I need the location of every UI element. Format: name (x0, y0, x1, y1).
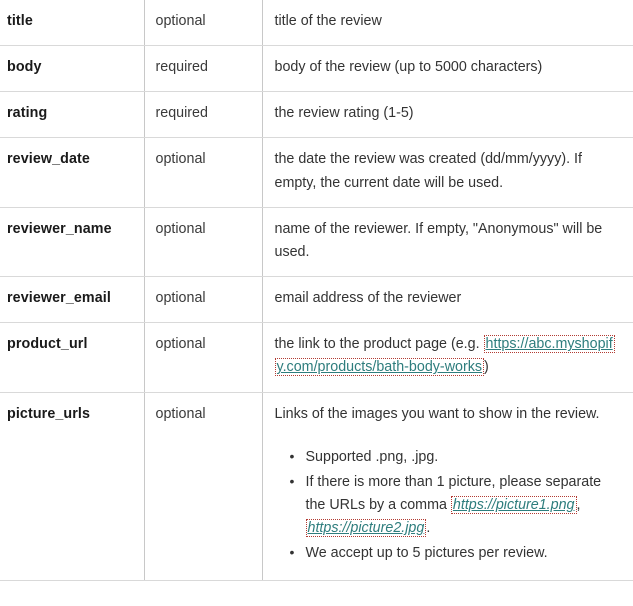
annotation-box-picture2: https://picture2.jpg (305, 519, 427, 538)
description-text: the link to the product page (e.g. https… (274, 333, 620, 379)
bullet-text-after: . (426, 520, 431, 537)
description-prefix: the link to the product page (e.g. (274, 336, 484, 353)
table-row: product_url optional the link to the pro… (0, 322, 633, 393)
link-separator: , (576, 497, 581, 514)
bullet-text: Supported .png, .jpg. (305, 448, 439, 465)
description-intro: Links of the images you want to show in … (274, 405, 600, 422)
description-text: name of the reviewer. If empty, "Anonymo… (274, 220, 603, 260)
parameter-requirement: optional (144, 0, 263, 47)
description-text: title of the review (274, 13, 382, 29)
parameter-requirement: optional (144, 276, 263, 324)
picture2-url-link[interactable]: https://picture2.jpg (308, 520, 425, 536)
bullet-text: We accept up to 5 pictures per review. (305, 545, 548, 562)
parameter-description: body of the review (up to 5000 character… (262, 45, 633, 93)
parameter-name: picture_urls (0, 391, 145, 581)
table-row: picture_urls optional Links of the image… (0, 391, 633, 581)
table-row: title optional title of the review (0, 0, 633, 47)
parameter-description: the review rating (1-5) (262, 91, 633, 139)
parameter-name: review_date (0, 137, 145, 208)
description-bullet-list: Supported .png, .jpg. If there is more t… (275, 445, 620, 566)
parameter-name: title (0, 0, 145, 47)
description-text: body of the review (up to 5000 character… (274, 59, 543, 76)
parameter-requirement: required (144, 91, 263, 139)
parameter-requirement: optional (144, 206, 263, 278)
parameter-description: title of the review (262, 0, 633, 47)
list-item: If there is more than 1 picture, please … (290, 470, 620, 540)
parameter-name: reviewer_email (0, 276, 145, 324)
description-text: the date the review was created (dd/mm/y… (274, 151, 583, 191)
table-row: reviewer_name optional name of the revie… (0, 206, 633, 278)
parameter-name: reviewer_name (0, 206, 145, 278)
list-item: We accept up to 5 pictures per review. (290, 541, 620, 565)
parameter-requirement: optional (144, 391, 263, 581)
table-row: reviewer_email optional email address of… (0, 276, 633, 324)
table-row: body required body of the review (up to … (0, 45, 633, 93)
description-text: the review rating (1-5) (274, 105, 414, 122)
description-suffix: ) (484, 359, 489, 376)
parameter-description: the link to the product page (e.g. https… (262, 322, 633, 393)
parameter-name: product_url (0, 322, 145, 393)
list-item: Supported .png, .jpg. (290, 445, 620, 469)
parameter-name: rating (0, 91, 145, 139)
parameter-requirement: optional (144, 137, 263, 208)
parameters-table: title optional title of the review body … (0, 0, 633, 581)
parameter-description: the date the review was created (dd/mm/y… (262, 137, 633, 208)
picture1-url-link[interactable]: https://picture1.png (453, 497, 575, 513)
annotation-box-picture1: https://picture1.png (450, 496, 577, 515)
description-text: email address of the reviewer (274, 290, 462, 307)
parameter-description: email address of the reviewer (262, 276, 633, 324)
table-row: review_date optional the date the review… (0, 137, 633, 208)
table-row: rating required the review rating (1-5) (0, 91, 633, 139)
parameter-requirement: required (144, 45, 263, 93)
parameter-description: name of the reviewer. If empty, "Anonymo… (262, 206, 633, 278)
parameter-name: body (0, 45, 145, 93)
parameter-description: Links of the images you want to show in … (262, 391, 633, 581)
parameter-requirement: optional (144, 322, 263, 393)
